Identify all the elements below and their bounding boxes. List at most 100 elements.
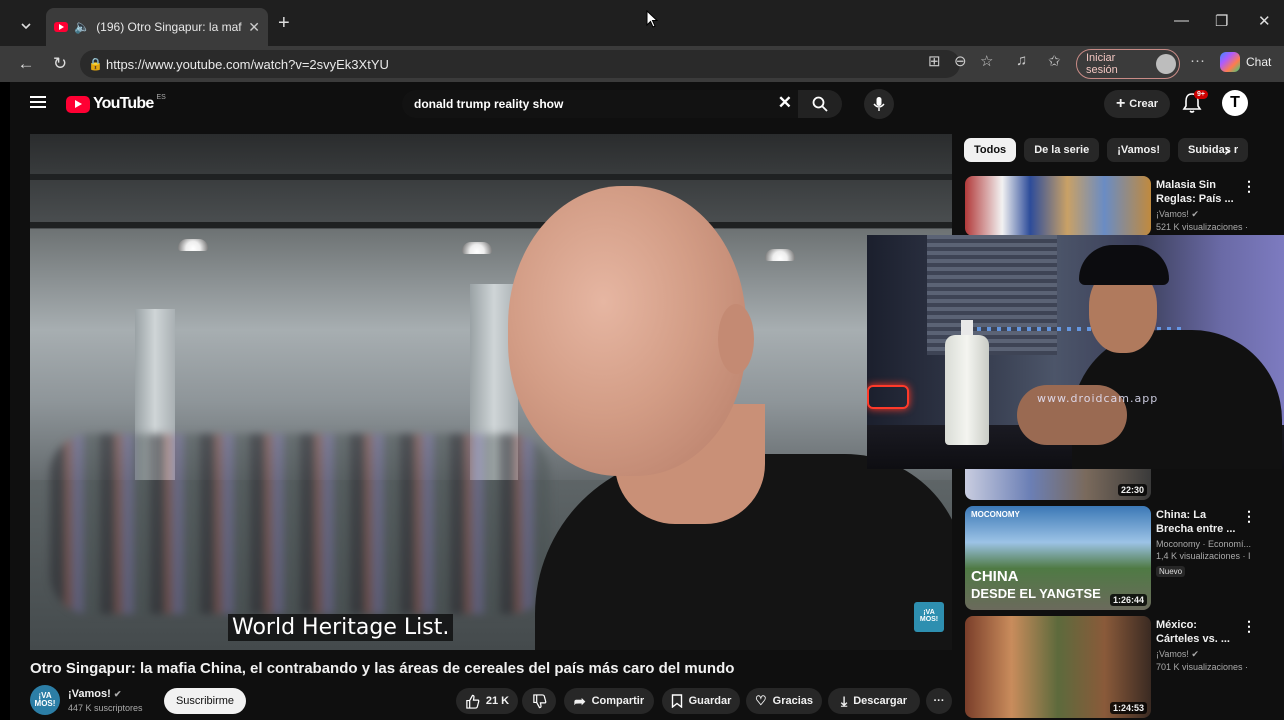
- profile-avatar-icon: [1156, 54, 1176, 74]
- video-frame-person-head: [508, 186, 746, 476]
- plus-icon: +: [1115, 95, 1126, 112]
- webcam-window-blind: [927, 235, 1057, 355]
- thumbnail-headline: CHINA: [971, 568, 1019, 585]
- back-icon[interactable]: ←: [16, 54, 36, 74]
- thanks-button[interactable]: ♡ Gracias: [746, 688, 822, 714]
- youtube-header: YouTube ES donald trump reality show ✕ +…: [10, 82, 1284, 126]
- channel-watermark[interactable]: ¡VA MOS!: [914, 602, 944, 632]
- chat-label: Chat: [1246, 55, 1272, 69]
- youtube-favicon-icon: [54, 22, 68, 32]
- more-menu-icon[interactable]: ···: [1190, 52, 1205, 69]
- speaker-icon[interactable]: 🔈: [74, 19, 90, 35]
- media-control-icon[interactable]: ♫: [1016, 52, 1027, 69]
- recommendation-views: 1,4 K visualizaciones · I: [1156, 551, 1251, 561]
- thumbnail-brand: MOCONOMY: [971, 510, 1020, 519]
- subscribe-button[interactable]: Suscribirme: [164, 688, 246, 714]
- favorites-icon[interactable]: ✩: [1048, 52, 1061, 70]
- url-text: https://www.youtube.com/watch?v=2svyEk3X…: [106, 56, 389, 72]
- thumbs-up-icon: [466, 694, 480, 709]
- youtube-logo[interactable]: YouTube ES: [66, 93, 166, 113]
- notifications-button[interactable]: 9+: [1182, 90, 1208, 116]
- zoom-icon[interactable]: ⊖: [954, 52, 967, 70]
- chevron-right-icon[interactable]: ›: [1224, 140, 1230, 161]
- subscriber-count: 447 K suscriptores: [68, 703, 143, 713]
- favorite-star-icon[interactable]: ☆: [980, 52, 993, 70]
- minimize-icon[interactable]: —: [1174, 12, 1189, 29]
- search-icon: [812, 96, 828, 112]
- reload-icon[interactable]: ↻: [50, 54, 70, 74]
- restore-icon[interactable]: ❐: [1215, 12, 1228, 30]
- like-count: 21 K: [485, 695, 510, 707]
- share-button[interactable]: ➦ Compartir: [564, 688, 654, 714]
- recommendation-thumbnail[interactable]: 22:30: [965, 468, 1151, 500]
- create-button[interactable]: + Crear: [1104, 90, 1170, 118]
- more-vertical-icon[interactable]: ⋮: [1242, 508, 1256, 525]
- signin-label: Iniciar sesión: [1086, 52, 1118, 76]
- menu-icon[interactable]: [30, 96, 46, 108]
- save-label: Guardar: [688, 695, 732, 707]
- more-actions-button[interactable]: ···: [926, 688, 952, 714]
- search-input[interactable]: donald trump reality show ✕: [402, 90, 842, 118]
- create-label: Crear: [1129, 98, 1159, 110]
- voice-search-button[interactable]: [864, 89, 894, 119]
- recommendation-channel: ¡Vamos! ✔: [1156, 649, 1199, 659]
- browser-tab-active[interactable]: 🔈 (196) Otro Singapur: la mafia ✕: [46, 8, 268, 46]
- verified-icon: ✔: [113, 689, 122, 699]
- download-icon: ⤓: [840, 692, 848, 709]
- video-frame-beam: [30, 174, 952, 180]
- webcam-red-light: [867, 385, 909, 409]
- channel-name[interactable]: ¡Vamos! ✔: [68, 688, 121, 700]
- video-frame-lamp: [178, 239, 208, 251]
- video-player[interactable]: World Heritage List. ¡VA MOS!: [30, 134, 952, 650]
- filter-chips: Todos De la serie ¡Vamos! Subidas r: [964, 138, 1249, 162]
- address-bar[interactable]: 🔒 https://www.youtube.com/watch?v=2svyEk…: [80, 50, 960, 78]
- region-code: ES: [156, 93, 166, 101]
- recommendation-views: 701 K visualizaciones ·: [1156, 662, 1249, 672]
- save-button[interactable]: Guardar: [662, 688, 740, 714]
- chip-subidas[interactable]: Subidas r: [1178, 138, 1249, 162]
- chip-de-la-serie[interactable]: De la serie: [1024, 138, 1100, 162]
- recommendation-thumbnail[interactable]: 1:24:53: [965, 616, 1151, 718]
- tab-title: (196) Otro Singapur: la mafia: [96, 20, 243, 34]
- lock-icon: 🔒: [88, 57, 103, 71]
- clear-search-icon[interactable]: ✕: [778, 93, 792, 113]
- copilot-chat-button[interactable]: Chat: [1220, 52, 1271, 72]
- video-duration: 1:26:44: [1109, 594, 1147, 606]
- webcam-overlay: www.droidcam.app: [867, 235, 1284, 469]
- close-window-icon[interactable]: ✕: [1258, 12, 1271, 30]
- more-horizontal-icon: ···: [933, 695, 945, 707]
- webcam-bottle: [945, 335, 989, 445]
- thanks-label: Gracias: [772, 695, 814, 707]
- app-available-icon[interactable]: ⊞: [928, 52, 941, 70]
- thumbnail-headline-line2: DESDE EL YANGTSE: [971, 586, 1101, 601]
- recommendation-views: 521 K visualizaciones ·: [1156, 222, 1249, 232]
- recommendation-thumbnail[interactable]: MOCONOMY CHINA DESDE EL YANGTSE 1:26:44: [965, 506, 1151, 610]
- signin-button[interactable]: Iniciar sesión: [1076, 49, 1180, 79]
- video-frame-lamp: [765, 249, 795, 261]
- new-tab-icon[interactable]: +: [278, 13, 290, 33]
- more-vertical-icon[interactable]: ⋮: [1242, 618, 1256, 635]
- channel-avatar[interactable]: ¡VA MOS!: [30, 685, 60, 715]
- download-label: Descargar: [853, 695, 908, 707]
- like-button[interactable]: 21 K: [456, 688, 518, 714]
- channel-name-text: ¡Vamos!: [68, 688, 111, 700]
- search-button[interactable]: [798, 90, 842, 118]
- chip-todos[interactable]: Todos: [964, 138, 1017, 162]
- video-duration: 22:30: [1117, 484, 1147, 496]
- notification-badge: 9+: [1194, 90, 1208, 99]
- thanks-heart-icon: ♡: [754, 693, 767, 708]
- account-avatar[interactable]: T: [1222, 90, 1248, 116]
- recommendation-thumbnail[interactable]: [965, 176, 1151, 236]
- more-vertical-icon[interactable]: ⋮: [1242, 178, 1256, 195]
- search-query: donald trump reality show: [414, 97, 564, 111]
- tab-list-dropdown-icon[interactable]: [12, 12, 40, 40]
- thumbs-down-icon: [532, 693, 546, 708]
- close-tab-icon[interactable]: ✕: [248, 19, 260, 36]
- video-title: Otro Singapur: la mafia China, el contra…: [30, 660, 735, 677]
- recommendation-channel: ¡Vamos! ✔: [1156, 209, 1199, 219]
- chip-vamos[interactable]: ¡Vamos!: [1107, 138, 1171, 162]
- recommendation-channel: Moconomy · Economí...: [1156, 539, 1252, 549]
- video-frame-crowd: [50, 434, 550, 614]
- download-button[interactable]: ⤓ Descargar: [828, 688, 920, 714]
- dislike-button[interactable]: [522, 688, 556, 714]
